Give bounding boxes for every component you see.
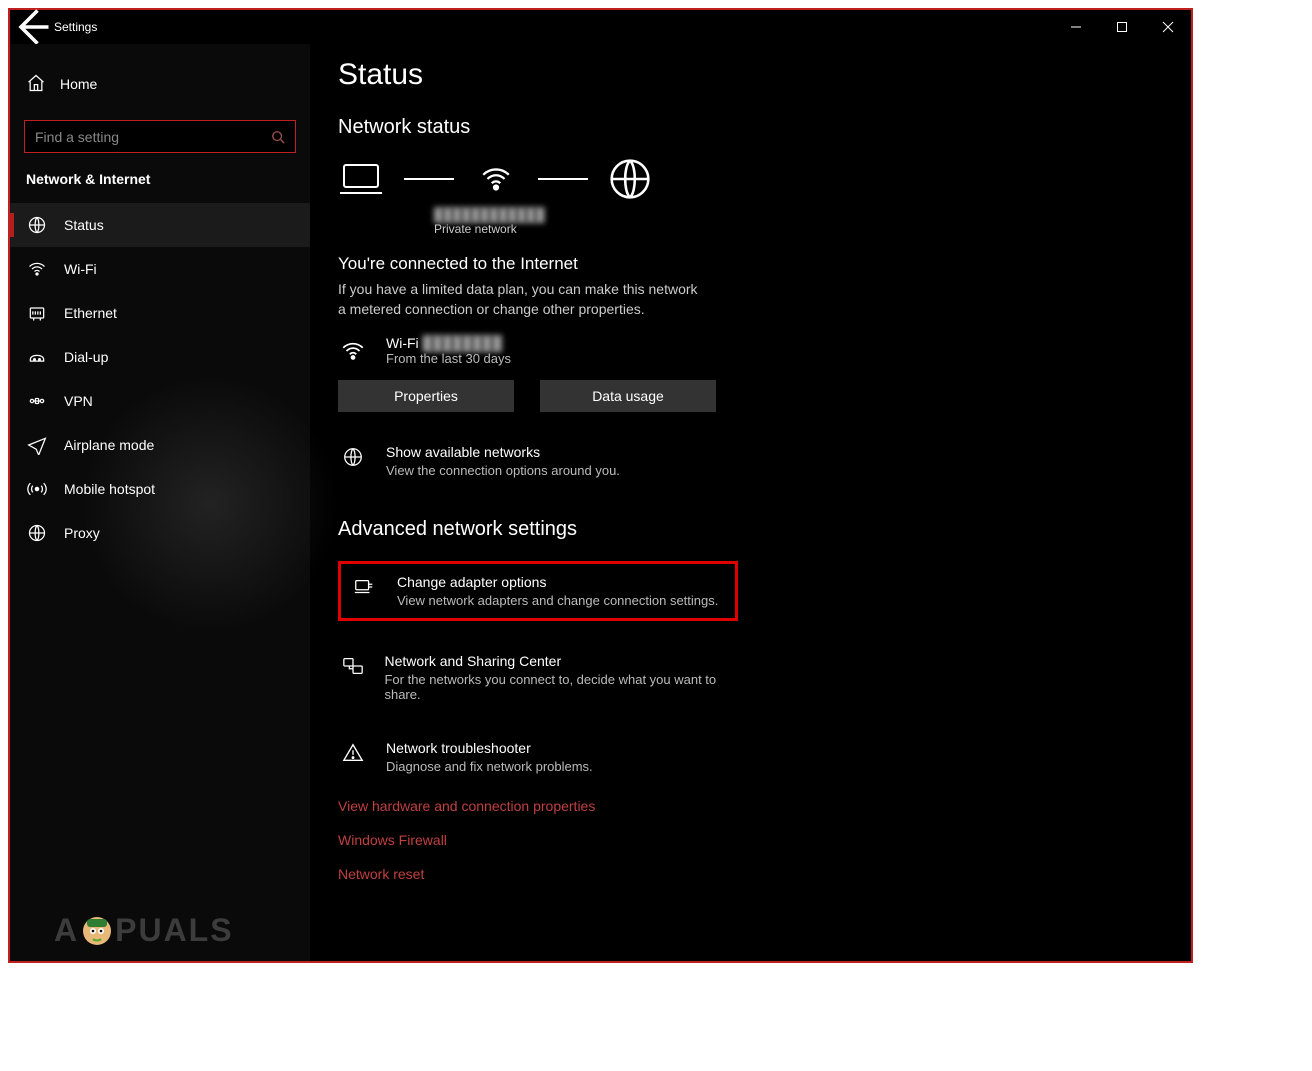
sidebar-item-label: Wi-Fi [64,261,97,277]
maximize-button[interactable] [1099,10,1145,44]
minimize-icon [1070,21,1082,33]
sidebar-item-label: Ethernet [64,305,117,321]
search-box[interactable] [24,120,296,153]
advanced-heading: Advanced network settings [338,518,1163,541]
sidebar-item-label: Airplane mode [64,437,154,453]
option-subtitle: For the networks you connect to, decide … [384,672,734,702]
option-title: Network troubleshooter [386,740,593,756]
sidebar-item-label: VPN [64,393,93,409]
network-sharing-center-option[interactable]: Network and Sharing Center For the netwo… [338,647,738,708]
option-title: Change adapter options [397,574,718,590]
change-adapter-options[interactable]: Change adapter options View network adap… [338,561,738,621]
connected-title: You're connected to the Internet [338,254,1163,274]
proxy-icon [26,523,48,543]
watermark-logo: A PUALS [54,912,234,949]
main-panel: Status Network status ████████████ Priva… [310,44,1191,961]
sharing-icon [342,653,366,680]
mascot-icon [79,913,115,949]
sidebar-item-status[interactable]: Status [10,203,310,247]
sidebar-item-label: Status [64,217,104,233]
sidebar-item-airplane[interactable]: Airplane mode [10,423,310,467]
sidebar-item-label: Proxy [64,525,100,541]
wifi-info-row: Wi-Fi ████████ From the last 30 days [338,335,1163,366]
network-status-heading: Network status [338,116,1163,139]
arrow-left-icon [10,5,54,49]
option-title: Network and Sharing Center [384,653,734,669]
titlebar: Settings [10,10,1191,44]
sidebar-item-hotspot[interactable]: Mobile hotspot [10,467,310,511]
network-name: ████████████ [434,207,1163,222]
link-network-reset[interactable]: Network reset [338,866,1163,882]
page-title: Status [338,58,1163,92]
sidebar-item-dialup[interactable]: Dial-up [10,335,310,379]
option-subtitle: View the connection options around you. [386,463,620,478]
sidebar-item-vpn[interactable]: VPN [10,379,310,423]
maximize-icon [1116,21,1128,33]
link-hardware-properties[interactable]: View hardware and connection properties [338,798,1163,814]
properties-button[interactable]: Properties [338,380,514,412]
airplane-icon [26,435,48,455]
close-button[interactable] [1145,10,1191,44]
wifi-ssid: ████████ [423,335,502,351]
search-input[interactable] [35,129,265,145]
ethernet-icon [26,303,48,323]
wifi-sub: From the last 30 days [386,351,511,366]
sidebar: Home Network & Internet Status Wi-Fi Eth… [10,44,310,961]
globe-icon [608,157,652,201]
sidebar-item-proxy[interactable]: Proxy [10,511,310,555]
minimize-button[interactable] [1053,10,1099,44]
show-available-networks-option[interactable]: Show available networks View the connect… [338,438,738,484]
option-subtitle: View network adapters and change connect… [397,593,718,608]
wifi-label: Wi-Fi [386,335,419,351]
network-type-label: Private network [434,222,1163,236]
sidebar-item-label: Mobile hotspot [64,481,155,497]
option-subtitle: Diagnose and fix network problems. [386,759,593,774]
data-usage-button[interactable]: Data usage [540,380,716,412]
computer-icon [338,161,384,197]
sidebar-item-label: Dial-up [64,349,108,365]
network-troubleshooter-option[interactable]: Network troubleshooter Diagnose and fix … [338,734,738,780]
home-label: Home [60,76,97,92]
wifi-icon [474,162,518,196]
hotspot-icon [26,479,48,499]
settings-window: Settings Home Network & Internet [8,8,1193,963]
category-label: Network & Internet [10,171,310,193]
globe-icon [342,444,368,471]
close-icon [1162,21,1174,33]
home-icon [26,73,46,96]
warning-icon [342,740,368,767]
network-diagram [338,157,1163,201]
link-windows-firewall[interactable]: Windows Firewall [338,832,1163,848]
back-button[interactable] [10,10,54,44]
dialup-icon [26,347,48,367]
sidebar-item-ethernet[interactable]: Ethernet [10,291,310,335]
wifi-icon [26,259,48,279]
status-icon [26,215,48,235]
vpn-icon [26,391,48,411]
window-title: Settings [54,20,97,34]
search-icon [271,130,285,144]
connected-subtitle: If you have a limited data plan, you can… [338,280,698,319]
adapter-icon [353,574,379,601]
sidebar-item-wifi[interactable]: Wi-Fi [10,247,310,291]
option-title: Show available networks [386,444,620,460]
wifi-icon [338,338,368,364]
home-button[interactable]: Home [10,62,310,106]
